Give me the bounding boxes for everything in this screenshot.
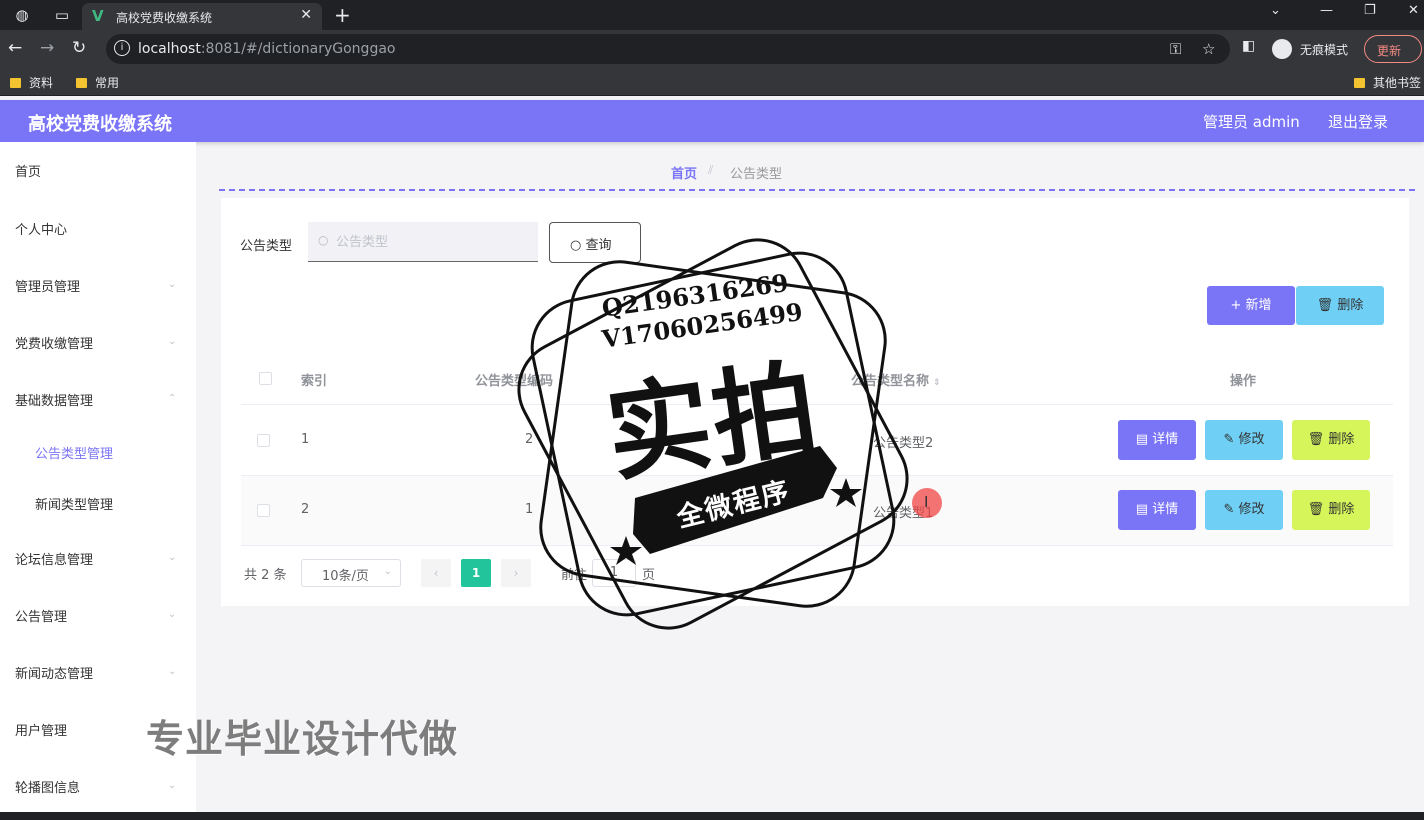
window-close-icon[interactable]: ✕ xyxy=(1408,3,1419,18)
close-icon[interactable]: ✕ xyxy=(300,7,312,23)
folder-icon xyxy=(1354,78,1365,88)
sidebar-item-notice-types[interactable]: 公告类型管理 xyxy=(35,443,113,462)
batch-delete-button[interactable]: 🗑 删除 xyxy=(1296,286,1384,325)
prev-page-button[interactable]: ‹ xyxy=(421,559,451,587)
bottom-bar xyxy=(0,812,1424,820)
minimize-icon[interactable]: — xyxy=(1320,3,1333,18)
star-icon[interactable]: ☆ xyxy=(1202,40,1215,58)
chevron-down-icon: ⌄ xyxy=(168,336,177,347)
reload-icon[interactable]: ↻ xyxy=(72,38,86,58)
edit-button[interactable]: ✎ 修改 xyxy=(1205,490,1283,530)
chevron-up-icon: ⌃ xyxy=(168,393,177,404)
bookmark-folder[interactable]: 资料 xyxy=(10,74,53,91)
back-icon[interactable]: ← xyxy=(8,38,22,58)
trash-icon: 🗑 xyxy=(1316,298,1338,313)
tab-title: 高校党费收缴系统 xyxy=(116,11,213,25)
sidebar-item-news[interactable]: 新闻动态管理 xyxy=(15,663,93,682)
folder-icon xyxy=(10,78,21,88)
chevron-down-icon: ⌄ xyxy=(383,566,392,577)
chevron-down-icon: ⌄ xyxy=(168,609,177,620)
app-header: 高校党费收缴系统 管理员 admin 退出登录 xyxy=(0,100,1424,142)
search-icon: ○ xyxy=(318,233,329,247)
pagination-total: 共 2 条 xyxy=(244,568,287,583)
trash-icon: 🗑 xyxy=(1307,502,1329,517)
forward-icon[interactable]: → xyxy=(40,38,54,58)
logout-link[interactable]: 退出登录 xyxy=(1328,111,1388,132)
info-icon[interactable]: i xyxy=(114,40,130,56)
page-size-select[interactable]: 10条/页 ⌄ xyxy=(301,559,401,587)
sidebar-item-news-types[interactable]: 新闻类型管理 xyxy=(35,494,113,513)
pencil-icon: ✎ xyxy=(1223,502,1239,517)
plus-icon: + xyxy=(1230,298,1246,313)
sidebar-item-users[interactable]: 用户管理 xyxy=(15,720,67,739)
document-icon: ▤ xyxy=(1135,432,1153,447)
search-label: 公告类型 xyxy=(240,239,293,254)
row-checkbox[interactable] xyxy=(257,504,270,517)
bookmarks-bar: 资料 常用 其他书签 xyxy=(0,68,1424,96)
address-bar[interactable]: i localhost:8081/#/dictionaryGonggao ⚿ ☆ xyxy=(106,34,1230,64)
delete-button[interactable]: 🗑 删除 xyxy=(1292,490,1370,530)
search-input[interactable] xyxy=(336,222,532,260)
edit-button[interactable]: ✎ 修改 xyxy=(1205,420,1283,460)
divider xyxy=(219,189,1415,191)
sort-icon[interactable]: ⇕ xyxy=(933,378,941,388)
trash-icon: 🗑 xyxy=(1307,432,1329,447)
vue-favicon: V xyxy=(92,7,104,25)
browser-tab-bar: ◍ ▭ V 高校党费收缴系统 ✕ + ⌄ — ❐ ✕ xyxy=(0,0,1424,30)
cell-index: 2 xyxy=(301,502,310,517)
incognito-label: 无痕模式 xyxy=(1300,43,1349,57)
browser-tab[interactable]: V 高校党费收缴系统 ✕ xyxy=(82,3,322,30)
detail-button[interactable]: ▤ 详情 xyxy=(1118,490,1196,530)
update-button[interactable]: 更新 xyxy=(1364,35,1422,63)
app-title: 高校党费收缴系统 xyxy=(28,114,172,135)
other-bookmarks[interactable]: 其他书签 xyxy=(1354,74,1421,91)
sidebar-item-base-data[interactable]: 基础数据管理 xyxy=(15,390,93,409)
globe-icon[interactable]: ◍ xyxy=(12,5,32,25)
sidebar-item-admins[interactable]: 管理员管理 xyxy=(15,276,80,295)
page-number[interactable]: 1 xyxy=(461,559,491,587)
sidepanel-icon[interactable]: ◧ xyxy=(1242,38,1255,54)
add-button[interactable]: + 新增 xyxy=(1207,286,1295,325)
chevron-down-icon: ⌄ xyxy=(168,666,177,677)
sidebar-item-carousel[interactable]: 轮播图信息 xyxy=(15,777,80,796)
breadcrumb-separator-icon: ⫽ xyxy=(708,163,714,177)
folder-icon xyxy=(76,78,87,88)
incognito-icon xyxy=(1272,39,1292,59)
maximize-icon[interactable]: ❐ xyxy=(1364,3,1376,18)
key-icon[interactable]: ⚿ xyxy=(1170,40,1181,58)
select-all-checkbox[interactable] xyxy=(259,372,272,385)
stamp-big-text: 实拍 xyxy=(599,346,827,497)
cell-index: 1 xyxy=(301,432,310,447)
watermark-text: 专业毕业设计代做 xyxy=(146,717,459,761)
browser-toolbar: ← → ↻ i localhost:8081/#/dictionaryGongg… xyxy=(0,30,1424,68)
chevron-down-icon: ⌄ xyxy=(168,780,177,791)
chevron-down-icon: ⌄ xyxy=(168,279,177,290)
sidebar-item-profile[interactable]: 个人中心 xyxy=(15,219,67,238)
plus-icon[interactable]: + xyxy=(334,3,351,27)
search-field[interactable]: ○ xyxy=(308,222,538,262)
chevron-down-icon[interactable]: ⌄ xyxy=(1270,3,1281,18)
text-cursor-icon: I xyxy=(924,493,929,511)
breadcrumb-current: 公告类型 xyxy=(730,167,783,182)
tab-search-icon[interactable]: ▭ xyxy=(52,5,72,25)
sidebar-item-fees[interactable]: 党费收缴管理 xyxy=(15,333,93,352)
sidebar-item-forum[interactable]: 论坛信息管理 xyxy=(15,549,93,568)
bookmark-folder[interactable]: 常用 xyxy=(76,74,119,91)
sidebar-item-home[interactable]: 首页 xyxy=(15,161,41,180)
admin-label: 管理员 admin xyxy=(1203,113,1300,131)
column-header-index: 索引 xyxy=(301,374,328,389)
breadcrumb-home[interactable]: 首页 xyxy=(671,163,697,182)
column-header-actions: 操作 xyxy=(1230,374,1257,389)
pencil-icon: ✎ xyxy=(1223,432,1239,447)
url-text[interactable]: localhost:8081/#/dictionaryGonggao xyxy=(138,41,395,57)
document-icon: ▤ xyxy=(1135,502,1153,517)
detail-button[interactable]: ▤ 详情 xyxy=(1118,420,1196,460)
delete-button[interactable]: 🗑 删除 xyxy=(1292,420,1370,460)
row-checkbox[interactable] xyxy=(257,434,270,447)
sidebar-item-notices[interactable]: 公告管理 xyxy=(15,606,67,625)
chevron-down-icon: ⌄ xyxy=(168,552,177,563)
